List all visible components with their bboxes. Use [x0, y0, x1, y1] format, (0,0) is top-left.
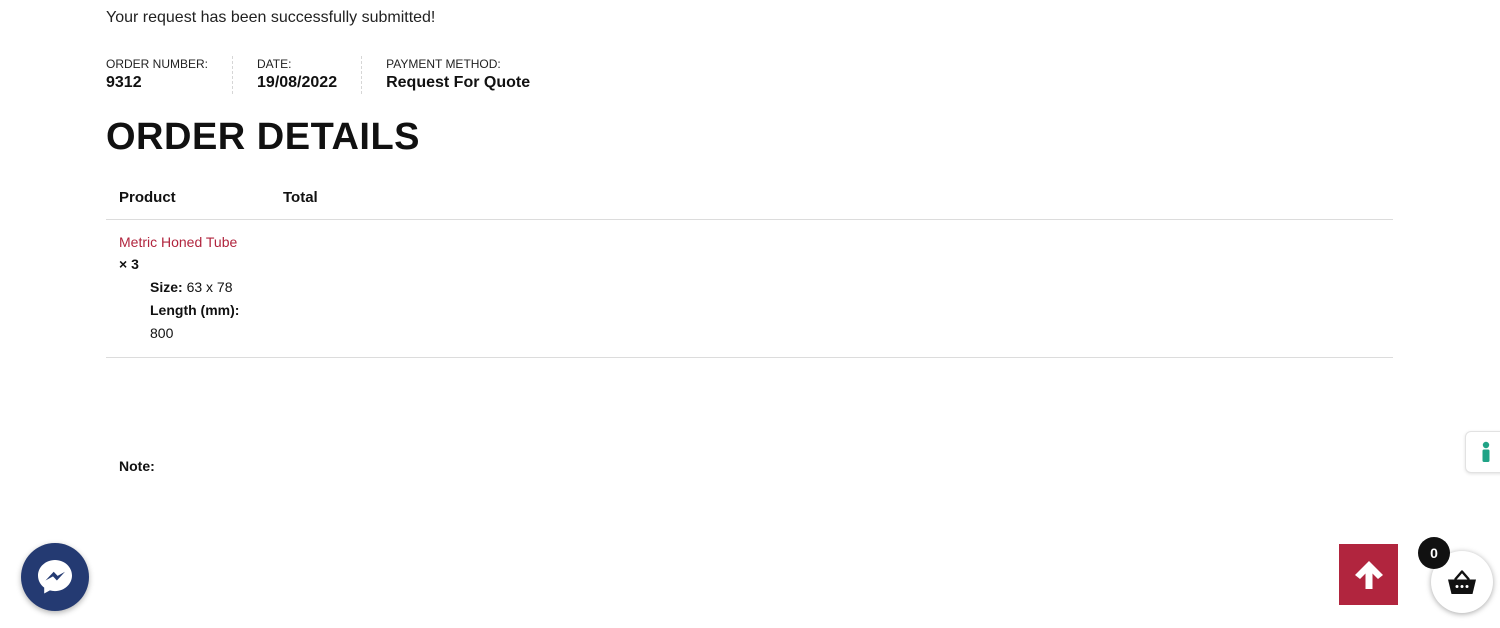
column-header-total: Total [270, 177, 1393, 220]
payment-method-label: PAYMENT METHOD: [386, 57, 501, 71]
order-number-block: ORDER NUMBER: 9312 [106, 56, 234, 94]
product-meta: Size: 63 x 78 Length (mm): 800 [150, 276, 257, 345]
messenger-chat-button[interactable] [21, 543, 89, 611]
arrow-up-icon [1354, 560, 1383, 589]
column-header-product: Product [106, 177, 270, 220]
order-details-table: Product Total Metric Honed Tube × 3 Size… [106, 177, 1393, 358]
meta-length: Length (mm): [150, 299, 257, 322]
date-block: DATE: 19/08/2022 [257, 56, 363, 94]
order-number-label: ORDER NUMBER: [106, 57, 209, 71]
table-header-row: Product Total [106, 177, 1393, 220]
meta-size: Size: 63 x 78 [150, 276, 257, 299]
accessibility-icon [1482, 441, 1490, 462]
product-cell: Metric Honed Tube × 3 Size: 63 x 78 Leng… [106, 219, 270, 358]
basket-icon [1448, 570, 1476, 594]
product-quantity: × 3 [119, 256, 139, 272]
total-cell [270, 219, 1393, 358]
success-notice: Your request has been successfully submi… [106, 9, 436, 26]
payment-method-value: Request For Quote [386, 74, 531, 91]
order-details-title: ORDER DETAILS [106, 116, 421, 158]
meta-length-value: 800 [150, 325, 174, 341]
payment-method-block: PAYMENT METHOD: Request For Quote [386, 56, 554, 94]
meta-length-key: Length (mm): [150, 302, 240, 318]
table-row: Metric Honed Tube × 3 Size: 63 x 78 Leng… [106, 219, 1393, 358]
date-value: 19/08/2022 [257, 74, 338, 91]
product-link[interactable]: Metric Honed Tube [119, 232, 257, 252]
accessibility-button[interactable] [1465, 431, 1500, 473]
note-label: Note: [119, 458, 155, 474]
order-overview: ORDER NUMBER: 9312 DATE: 19/08/2022 PAYM… [106, 56, 578, 94]
meta-size-key: Size: [150, 279, 183, 295]
messenger-icon [38, 560, 72, 594]
order-number-value: 9312 [106, 74, 142, 91]
date-label: DATE: [257, 57, 292, 71]
cart-count-badge: 0 [1418, 537, 1450, 569]
scroll-to-top-button[interactable] [1339, 544, 1398, 605]
meta-size-value: 63 x 78 [186, 279, 233, 295]
